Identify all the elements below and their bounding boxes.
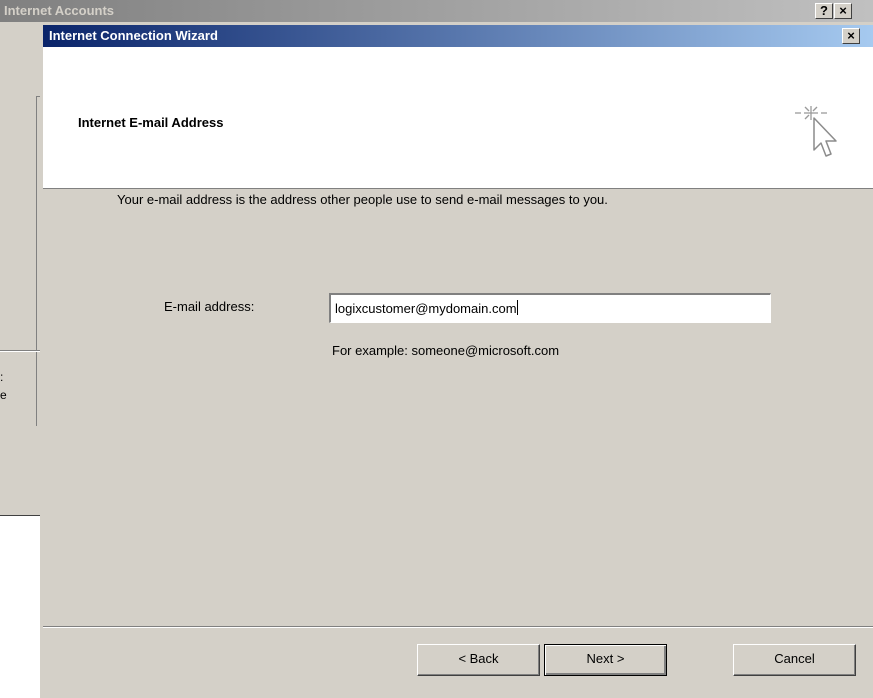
email-address-label: E-mail address: — [164, 299, 255, 314]
page-title: Internet E-mail Address — [78, 115, 224, 130]
internet-connection-wizard-dialog: Internet Connection Wizard × Internet E-… — [40, 22, 873, 698]
internet-accounts-divider — [0, 350, 40, 352]
email-address-value: logixcustomer@mydomain.com — [335, 301, 517, 316]
internet-accounts-partial-text: e — [0, 388, 7, 402]
internet-accounts-partial-text: : — [0, 370, 4, 384]
internet-accounts-title: Internet Accounts — [4, 3, 115, 18]
back-button[interactable]: < Back — [417, 644, 540, 676]
help-button[interactable]: ? — [815, 3, 833, 19]
internet-accounts-titlebar[interactable]: Internet Accounts ? × — [0, 0, 873, 22]
wizard-header: Internet E-mail Address — [43, 47, 873, 189]
email-example-hint: For example: someone@microsoft.com — [332, 343, 560, 358]
internet-accounts-close-button[interactable]: × — [834, 3, 852, 19]
wizard-close-button[interactable]: × — [842, 28, 860, 44]
email-address-input[interactable]: logixcustomer@mydomain.com — [329, 293, 771, 323]
next-button[interactable]: Next > — [544, 644, 667, 676]
footer-divider — [43, 626, 873, 628]
intro-description: Your e-mail address is the address other… — [117, 192, 608, 207]
wizard-titlebar[interactable]: Internet Connection Wizard × — [43, 25, 873, 47]
cancel-button[interactable]: Cancel — [733, 644, 856, 676]
wizard-cursor-sparkle-icon — [795, 106, 837, 157]
text-caret — [516, 300, 518, 315]
wizard-title: Internet Connection Wizard — [49, 28, 218, 43]
